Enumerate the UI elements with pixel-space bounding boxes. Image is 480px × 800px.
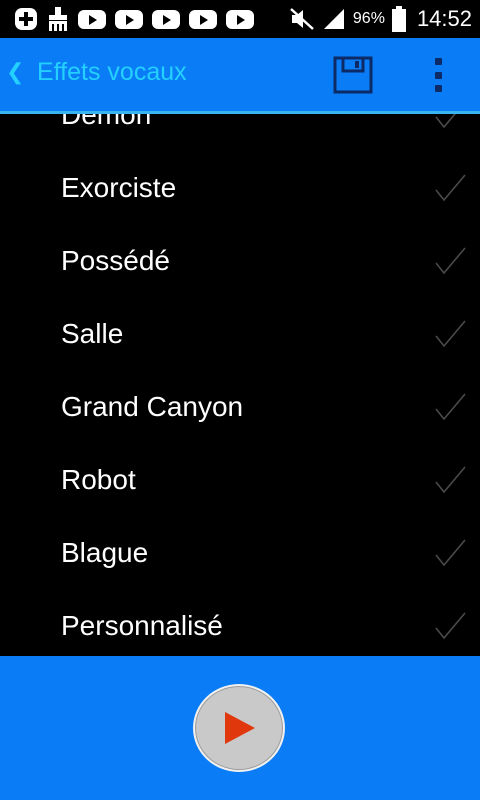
effect-label: Robot <box>61 463 136 495</box>
youtube-icon <box>78 9 106 29</box>
checkmark-icon[interactable] <box>432 172 468 204</box>
effect-label: Grand Canyon <box>61 390 244 422</box>
effect-item[interactable]: Démon <box>0 114 480 151</box>
effect-label: Personnalisé <box>61 609 223 641</box>
play-button[interactable] <box>193 684 285 772</box>
battery-percent: 96% <box>352 10 385 27</box>
effect-item[interactable]: Robot <box>0 443 480 516</box>
chevron-left-icon[interactable]: ❮ <box>6 60 24 85</box>
youtube-icon <box>152 9 180 29</box>
clock: 14:52 <box>416 6 472 31</box>
action-bar: ❮ Effets vocaux <box>0 38 480 111</box>
checkmark-icon[interactable] <box>432 391 468 423</box>
effects-list[interactable]: Démon Exorciste Possédé Salle Grand Canyon Ro… <box>0 114 480 656</box>
effect-item[interactable]: Salle <box>0 297 480 370</box>
checkmark-icon[interactable] <box>432 114 468 131</box>
effect-label: Blague <box>61 536 149 568</box>
effect-item[interactable]: Possédé <box>0 224 480 297</box>
mute-icon <box>289 7 315 31</box>
effect-label: Salle <box>61 317 124 349</box>
overflow-menu-icon <box>434 58 442 65</box>
play-icon <box>225 712 255 744</box>
add-icon <box>14 7 38 31</box>
effect-item[interactable]: Grand Canyon <box>0 370 480 443</box>
cleaner-icon <box>47 6 69 32</box>
youtube-icon <box>115 9 143 29</box>
overflow-menu-button[interactable] <box>426 56 450 94</box>
overflow-menu-dot <box>434 71 442 79</box>
effects-list-content: Démon Exorciste Possédé Salle Grand Canyon Ro… <box>0 114 480 656</box>
effect-item[interactable]: Personnalisé <box>0 589 480 656</box>
notification-icons <box>14 6 254 32</box>
signal-icon <box>322 7 346 31</box>
effect-item[interactable]: Exorciste <box>0 151 480 224</box>
effect-label: Possédé <box>61 244 170 276</box>
bottom-controls <box>0 656 480 800</box>
battery-icon <box>391 6 406 32</box>
checkmark-icon[interactable] <box>432 610 468 642</box>
checkmark-icon[interactable] <box>432 245 468 277</box>
status-bar: 96% 14:52 <box>0 0 480 38</box>
effect-label: Exorciste <box>61 171 177 203</box>
system-icons: 96% 14:52 <box>289 6 472 32</box>
checkmark-icon[interactable] <box>432 537 468 569</box>
save-button[interactable] <box>333 56 373 94</box>
floppy-disk-icon <box>333 56 373 94</box>
effect-item[interactable]: Blague <box>0 516 480 589</box>
effect-label: Démon <box>61 114 152 130</box>
checkmark-icon[interactable] <box>432 464 468 496</box>
overflow-menu-dot <box>434 85 442 92</box>
youtube-icon <box>226 9 254 29</box>
youtube-icon <box>189 9 217 29</box>
checkmark-icon[interactable] <box>432 318 468 350</box>
page-title[interactable]: Effets vocaux <box>37 58 187 87</box>
